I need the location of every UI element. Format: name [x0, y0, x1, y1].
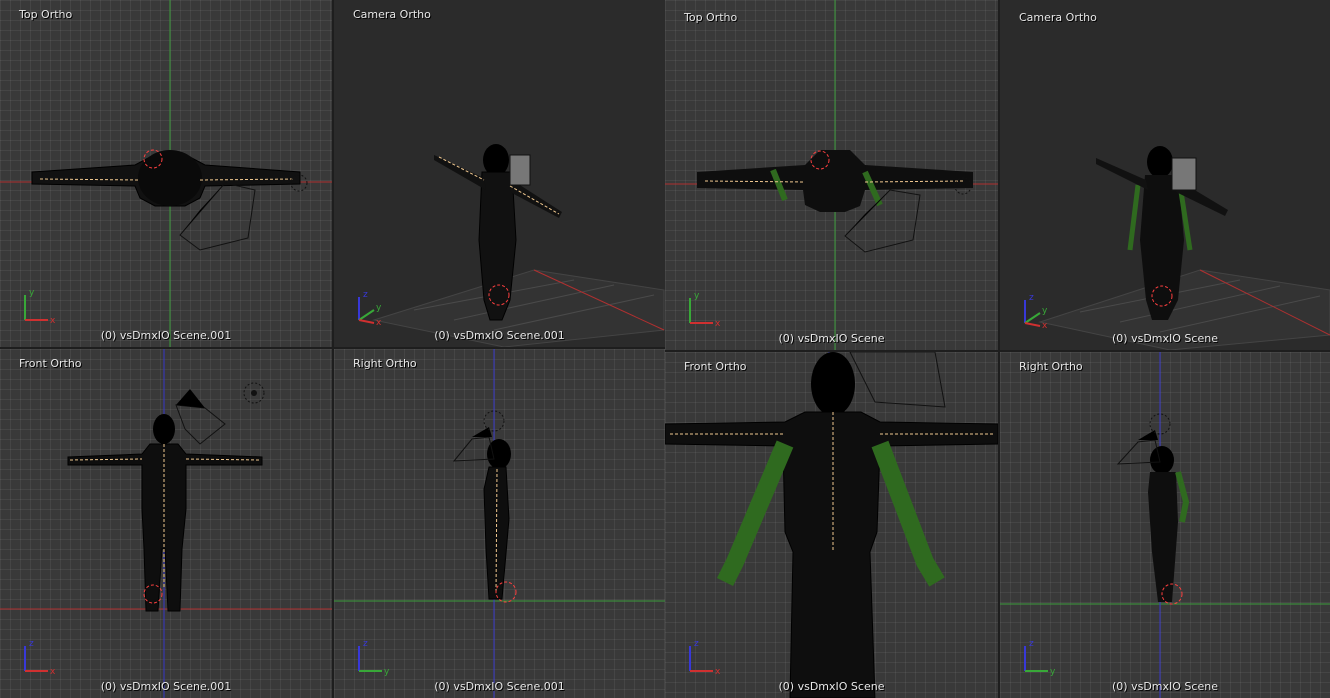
svg-text:x: x: [715, 319, 721, 328]
viewport-right-ortho[interactable]: Right Ortho z y (0) vsDmxIO Scene: [1000, 352, 1330, 698]
viewport-top-ortho[interactable]: Top Ortho y x (0) vsDmxIO Scene.001: [0, 0, 332, 347]
viewport-label: Top Ortho: [684, 11, 738, 24]
svg-text:z: z: [694, 639, 699, 649]
viewport-label: Front Ortho: [684, 360, 747, 373]
viewport-label: Right Ortho: [353, 357, 417, 370]
scene-status: (0) vsDmxIO Scene.001: [100, 329, 232, 342]
scene-status: (0) vsDmxIO Scene.001: [434, 329, 565, 342]
svg-text:y: y: [1042, 306, 1048, 316]
character-mesh[interactable]: [1148, 446, 1190, 602]
scene-status: (0) vsDmxIO Scene: [778, 332, 885, 345]
viewport-label: Camera Ortho: [1019, 11, 1097, 24]
axis-gizmo: z y x: [358, 290, 382, 325]
viewport-divider[interactable]: [332, 0, 334, 698]
camera-object[interactable]: [849, 352, 946, 408]
viewport-right-ortho[interactable]: Right Ortho z y (0) vsDmxIO Scene.001: [334, 349, 665, 698]
viewport-label: Camera Ortho: [353, 8, 431, 21]
character-mesh[interactable]: [67, 414, 263, 612]
scene-status: (0) vsDmxIO Scene: [778, 680, 885, 693]
viewport-label: Top Ortho: [19, 8, 73, 21]
svg-text:y: y: [376, 303, 382, 313]
svg-text:y: y: [384, 667, 390, 676]
svg-text:z: z: [363, 290, 368, 300]
character-mesh[interactable]: [483, 439, 511, 600]
viewport-divider[interactable]: [665, 350, 1330, 352]
left-screenshot: Top Ortho y x (0) vsDmxIO Scene.001 Came…: [0, 0, 665, 698]
scene-status: (0) vsDmxIO Scene: [1112, 332, 1218, 345]
camera-object[interactable]: [509, 154, 531, 186]
svg-text:y: y: [694, 291, 700, 301]
svg-text:x: x: [50, 667, 56, 676]
viewport-divider[interactable]: [998, 0, 1000, 698]
svg-text:z: z: [1029, 293, 1034, 303]
svg-text:x: x: [715, 667, 721, 676]
axis-gizmo: z y x: [1024, 293, 1048, 328]
svg-text:z: z: [29, 639, 34, 649]
viewport-divider[interactable]: [0, 347, 665, 349]
axis-gizmo: y x: [24, 288, 56, 325]
axis-gizmo: z x: [689, 639, 721, 676]
character-mesh[interactable]: [697, 150, 973, 212]
svg-text:x: x: [1042, 321, 1048, 328]
svg-text:x: x: [376, 318, 382, 325]
viewport-label: Front Ortho: [19, 357, 82, 370]
axis-gizmo: z y: [358, 639, 390, 676]
axis-gizmo: y x: [689, 291, 721, 328]
viewport-label: Right Ortho: [1019, 360, 1083, 373]
scene-status: (0) vsDmxIO Scene.001: [434, 680, 565, 693]
svg-text:z: z: [363, 639, 368, 649]
svg-text:z: z: [1029, 639, 1034, 649]
viewport-front-ortho[interactable]: Front Ortho z x (0) vsDmxIO Scene.001: [0, 349, 332, 698]
scene-status: (0) vsDmxIO Scene: [1112, 680, 1218, 693]
viewport-top-ortho[interactable]: Top Ortho y x (0) vsDmxIO Scene: [665, 0, 998, 350]
character-mesh[interactable]: [31, 150, 301, 207]
axis-gizmo: z y: [1024, 639, 1056, 676]
svg-text:x: x: [50, 316, 56, 325]
viewport-front-ortho[interactable]: Front Ortho z x (0) vsDmxIO Scene: [665, 352, 998, 698]
viewport-camera-ortho[interactable]: Camera Ortho z y x (0) vsDmxIO Scene: [1000, 0, 1330, 350]
camera-object[interactable]: [175, 389, 226, 445]
svg-text:y: y: [1050, 667, 1056, 676]
right-screenshot: Top Ortho y x (0) vsDmxIO Scene Camera O…: [665, 0, 1330, 698]
svg-text:y: y: [29, 288, 35, 298]
camera-object[interactable]: [1171, 157, 1197, 191]
axis-gizmo: z x: [24, 639, 56, 676]
scene-status: (0) vsDmxIO Scene.001: [100, 680, 232, 693]
viewport-camera-ortho[interactable]: Camera Ortho z y x (0) vsDmxIO Scene.001: [334, 0, 665, 347]
